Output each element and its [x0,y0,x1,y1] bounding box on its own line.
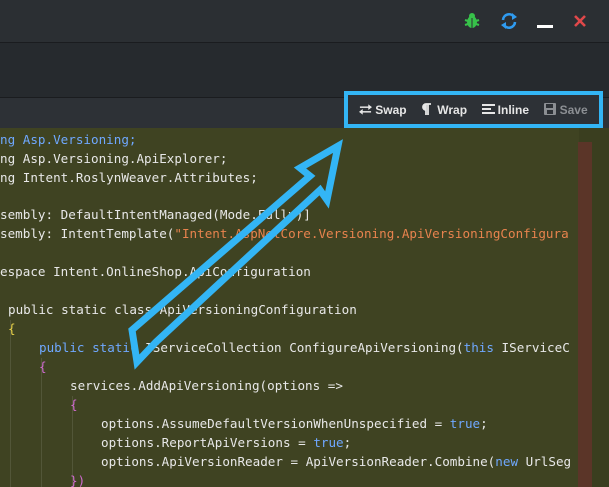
code-line: { [8,321,16,336]
wrap-button[interactable]: Wrap [421,103,467,117]
swap-icon [359,103,373,116]
diff-toolbar: Swap Wrap Inline Save [344,91,603,128]
code-line: ng Asp.Versioning.ApiExplorer; [0,151,228,166]
inline-button[interactable]: Inline [481,102,529,117]
refresh-icon[interactable] [498,10,520,32]
save-button[interactable]: Save [543,102,588,117]
window-titlebar [0,0,609,43]
code-line: public static class ApiVersioningConfigu… [8,302,357,317]
close-icon[interactable] [569,10,591,32]
swap-button[interactable]: Swap [359,102,407,117]
save-label: Save [559,102,588,117]
code-editor[interactable]: ng Asp.Versioning; ng Asp.Versioning.Api… [0,128,609,487]
indent-guide [10,320,11,487]
code-line: services.AddApiVersioning(options => [70,378,343,393]
tab-strip [0,43,609,98]
scrollbar-change-marker [578,142,592,487]
code-line: ng Intent.RoslynWeaver.Attributes; [0,170,258,185]
bug-icon[interactable] [461,10,483,32]
code-line: sembly: DefaultIntentManaged(Mode.Fully)… [0,207,311,222]
inline-label: Inline [497,102,529,117]
minimize-icon[interactable] [534,10,556,32]
code-line: sembly: IntentTemplate("Intent.AspNetCor… [0,226,569,241]
code-line: options.AssumeDefaultVersionWhenUnspecif… [101,416,488,431]
code-line: options.ReportApiVersions = true; [101,435,352,450]
code-line: { [70,397,78,412]
save-icon [543,103,557,116]
code-line: }) [70,473,86,487]
code-line: public static IServiceCollection Configu… [39,340,570,355]
code-line: { [39,359,47,374]
indent-guide [41,358,42,487]
code-line: espace Intent.OnlineShop.ApiConfiguratio… [0,264,311,279]
swap-label: Swap [375,102,407,117]
code-line: ng Asp.Versioning; [0,132,137,147]
wrap-label: Wrap [437,102,468,117]
code-line: options.ApiVersionReader = ApiVersionRea… [101,454,572,469]
align-left-icon [481,103,495,116]
paragraph-icon [421,103,434,116]
